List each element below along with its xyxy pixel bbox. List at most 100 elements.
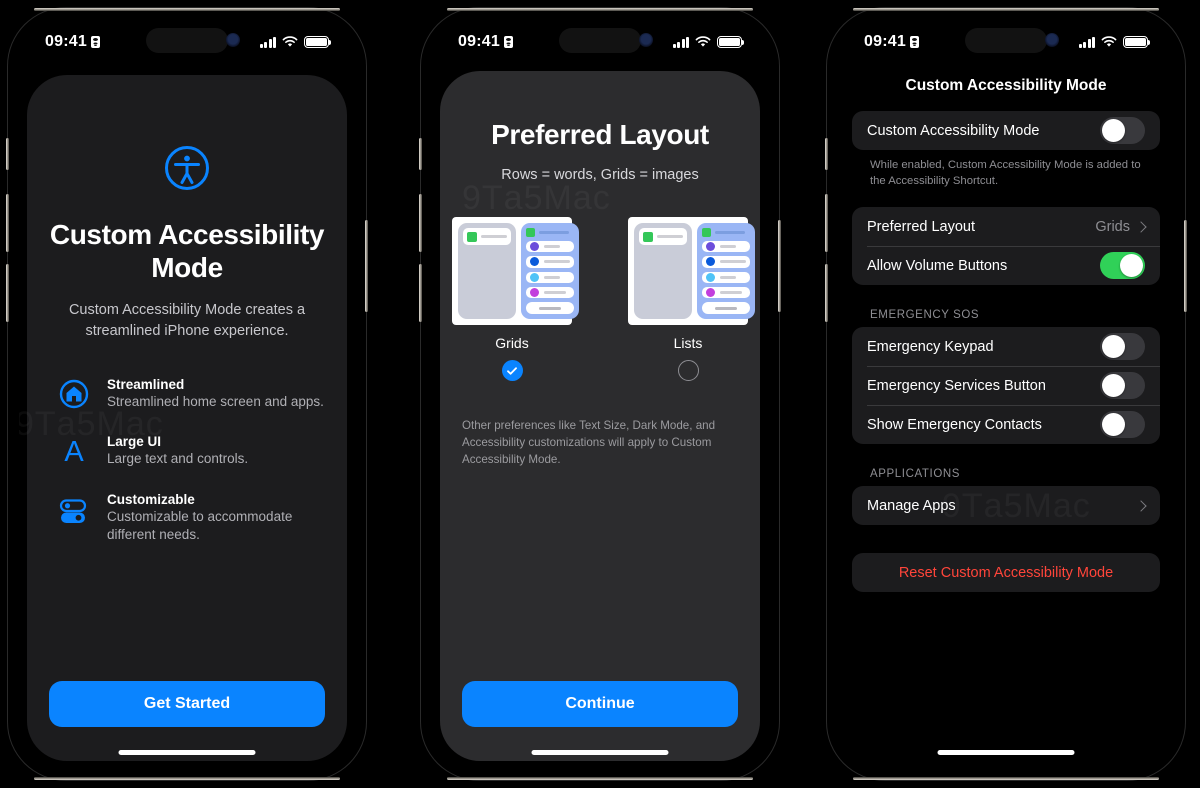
toggle-custom-accessibility-mode[interactable] xyxy=(1100,117,1145,144)
settings-group-sos: Emergency Keypad Emergency Services Butt… xyxy=(852,327,1160,445)
grids-preview-thumbnail xyxy=(452,217,579,325)
home-indicator[interactable] xyxy=(937,750,1075,755)
navigation-title: Custom Accessibility Mode xyxy=(905,77,1107,94)
row-emergency-services-button[interactable]: Emergency Services Button xyxy=(852,366,1160,405)
iphone-device-1: 09:41 Custom Accessibility Mode Custom A… xyxy=(6,8,368,780)
radio-unselected-icon[interactable] xyxy=(677,360,699,381)
status-time-label: 09:41 xyxy=(45,33,87,50)
row-manage-apps[interactable]: Manage Apps xyxy=(852,486,1160,525)
feature-title: Customizable xyxy=(107,491,195,507)
status-time-label: 09:41 xyxy=(458,33,500,50)
action-button[interactable] xyxy=(6,138,9,170)
volume-up-button[interactable] xyxy=(825,194,828,252)
onboarding-footer-2: Continue xyxy=(440,681,760,761)
status-time: 09:41 xyxy=(45,33,100,51)
home-indicator[interactable] xyxy=(118,750,256,755)
accessibility-icon xyxy=(49,145,325,196)
settings-group-reset: Reset Custom Accessibility Mode xyxy=(852,553,1160,593)
status-time-label: 09:41 xyxy=(864,33,906,50)
row-custom-accessibility-mode[interactable]: Custom Accessibility Mode xyxy=(852,111,1160,150)
onboarding-sheet-1: Custom Accessibility Mode Custom Accessi… xyxy=(19,75,347,761)
iphone-device-3: 09:41 Custom Accessibility Mode Custom A… xyxy=(825,8,1187,780)
toggle-emergency-keypad[interactable] xyxy=(1100,333,1145,361)
lists-preview-thumbnail xyxy=(628,217,755,325)
wifi-icon xyxy=(282,36,298,48)
page-title: Preferred Layout xyxy=(491,119,709,150)
action-button[interactable] xyxy=(419,138,422,170)
page-title: Custom Accessibility Mode xyxy=(49,219,325,284)
row-label: Preferred Layout xyxy=(867,218,976,235)
cellular-bars-icon xyxy=(672,36,689,49)
page-subtitle: Rows = words, Grids = images xyxy=(501,167,699,183)
cellular-bars-icon xyxy=(259,36,276,49)
settings-group-main: Custom Accessibility Mode xyxy=(852,111,1160,150)
feature-item-large-ui: A Large UI Large text and controls. xyxy=(49,434,325,468)
svg-text:A: A xyxy=(64,436,84,466)
onboarding-footer-1: Get Started xyxy=(27,681,347,761)
power-button[interactable] xyxy=(1184,220,1187,312)
chevron-right-icon xyxy=(1135,220,1147,233)
feature-desc: Customizable to accommodate different ne… xyxy=(107,508,293,542)
screen-1: 09:41 Custom Accessibility Mode Custom A… xyxy=(19,19,355,769)
home-indicator[interactable] xyxy=(531,750,669,755)
power-button[interactable] xyxy=(778,220,781,312)
volume-down-button[interactable] xyxy=(825,264,828,322)
get-started-button[interactable]: Get Started xyxy=(49,681,325,727)
chevron-right-icon xyxy=(1135,499,1147,512)
layout-option-grids[interactable]: Grids xyxy=(452,217,579,381)
volume-down-button[interactable] xyxy=(419,264,422,322)
toggle-emergency-services-button[interactable] xyxy=(1100,372,1145,400)
portrait-lock-icon xyxy=(909,36,919,48)
layout-option-label: Grids xyxy=(495,335,529,351)
layout-note: Other preferences like Text Size, Dark M… xyxy=(462,419,716,467)
row-label: Custom Accessibility Mode xyxy=(867,122,1040,139)
status-bar-2: 09:41 xyxy=(432,19,768,65)
feature-list: Streamlined Streamlined home screen and … xyxy=(49,377,325,544)
row-allow-volume-buttons[interactable]: Allow Volume Buttons xyxy=(852,246,1160,285)
row-preferred-layout[interactable]: Preferred Layout Grids xyxy=(852,207,1160,246)
continue-button[interactable]: Continue xyxy=(462,681,738,727)
wifi-icon xyxy=(1101,36,1117,48)
page-subtitle: Custom Accessibility Mode creates a stre… xyxy=(68,302,306,339)
power-button[interactable] xyxy=(365,220,368,312)
row-label: Manage Apps xyxy=(867,497,956,514)
battery-full-icon xyxy=(1123,35,1151,49)
status-bar-3: 09:41 xyxy=(838,19,1174,65)
layout-choice-group: Grids Lists xyxy=(452,217,755,381)
onboarding-sheet-2: Preferred Layout Rows = words, Grids = i… xyxy=(440,71,760,761)
feature-title: Streamlined xyxy=(107,377,185,393)
screenshot-canvas: 09:41 Custom Accessibility Mode Custom A… xyxy=(0,0,1200,788)
volume-down-button[interactable] xyxy=(6,264,9,322)
feature-title: Large UI xyxy=(107,434,162,450)
battery-full-icon xyxy=(304,35,332,49)
toggle-allow-volume-buttons[interactable] xyxy=(1100,252,1145,280)
dynamic-island xyxy=(965,28,1047,53)
status-indicators xyxy=(672,35,745,49)
row-reset[interactable]: Reset Custom Accessibility Mode xyxy=(852,553,1160,592)
row-label: Show Emergency Contacts xyxy=(867,416,1042,433)
home-circle-icon xyxy=(57,377,91,409)
toggles-icon xyxy=(57,492,91,526)
radio-selected-icon[interactable] xyxy=(501,360,523,381)
toggle-show-emergency-contacts[interactable] xyxy=(1100,411,1145,439)
row-label: Allow Volume Buttons xyxy=(867,257,1008,274)
watermark: 9Tа5Mac xyxy=(462,179,611,218)
layout-option-lists[interactable]: Lists xyxy=(628,217,755,381)
feature-item-customizable: Customizable Customizable to accommodate… xyxy=(49,492,325,544)
section-header-emergency-sos: EMERGENCY SOS xyxy=(870,309,980,322)
cellular-bars-icon xyxy=(1078,36,1095,49)
action-button[interactable] xyxy=(825,138,828,170)
volume-up-button[interactable] xyxy=(6,194,9,252)
row-emergency-keypad[interactable]: Emergency Keypad xyxy=(852,327,1160,366)
volume-up-button[interactable] xyxy=(419,194,422,252)
battery-full-icon xyxy=(717,35,745,49)
settings-group-applications: Manage Apps xyxy=(852,486,1160,526)
status-indicators xyxy=(1078,35,1151,49)
feature-item-streamlined: Streamlined Streamlined home screen and … xyxy=(49,377,325,411)
row-show-emergency-contacts[interactable]: Show Emergency Contacts xyxy=(852,405,1160,444)
row-label: Emergency Services Button xyxy=(867,377,1046,394)
reset-button-label: Reset Custom Accessibility Mode xyxy=(898,564,1114,581)
large-text-a-icon: A xyxy=(57,434,91,466)
iphone-device-2: 09:41 Preferred Layout Rows = words, Gri… xyxy=(419,8,781,780)
